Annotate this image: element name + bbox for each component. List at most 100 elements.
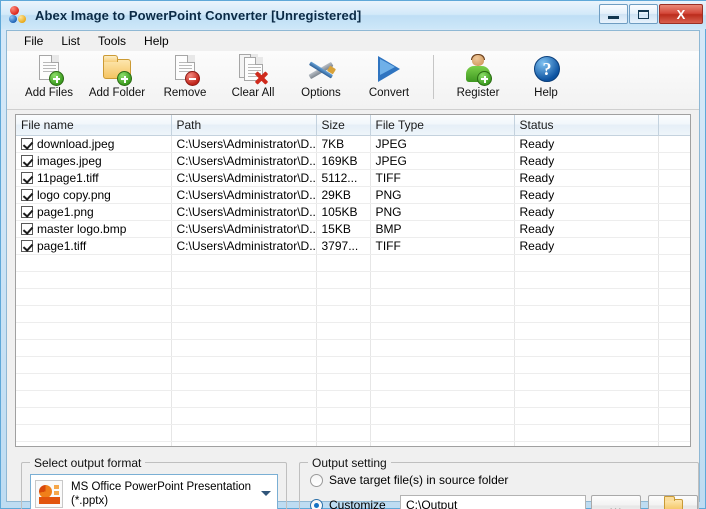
file-name-text: page1.png — [37, 205, 94, 219]
cell-status: Ready — [514, 237, 658, 254]
cell-path: C:\Users\Administrator\D... — [171, 186, 316, 203]
remove-button[interactable]: Remove — [151, 51, 219, 107]
cell-file-name[interactable]: 11page1.tiff — [16, 169, 171, 186]
convert-label: Convert — [369, 87, 409, 99]
menu-item-list[interactable]: List — [52, 32, 89, 50]
column-header-file-type[interactable]: File Type — [370, 115, 514, 135]
column-header-status[interactable]: Status — [514, 115, 658, 135]
table-row[interactable]: page1.png C:\Users\Administrator\D... 10… — [16, 203, 691, 220]
cell-path: C:\Users\Administrator\D... — [171, 135, 316, 152]
app-icon-ball-blue — [9, 15, 17, 23]
column-header-size[interactable]: Size — [316, 115, 370, 135]
cell-status: Ready — [514, 169, 658, 186]
table-empty-row — [16, 407, 691, 424]
chevron-down-icon[interactable] — [255, 475, 277, 509]
add-files-button[interactable]: Add Files — [15, 51, 83, 107]
clear-all-label: Clear All — [232, 87, 275, 99]
cell-file-name[interactable]: page1.tiff — [16, 237, 171, 254]
table-empty-row — [16, 356, 691, 373]
table-row[interactable]: master logo.bmp C:\Users\Administrator\D… — [16, 220, 691, 237]
menu-bar: File List Tools Help — [7, 31, 699, 51]
table-row[interactable]: page1.tiff C:\Users\Administrator\D... 3… — [16, 237, 691, 254]
radio-customize[interactable]: Customize — [310, 498, 386, 509]
file-list-body: download.jpeg C:\Users\Administrator\D..… — [16, 135, 691, 447]
radio-customize-indicator[interactable] — [310, 499, 323, 509]
clear-all-button[interactable]: Clear All — [219, 51, 287, 107]
options-button[interactable]: Options — [287, 51, 355, 107]
table-empty-row — [16, 424, 691, 441]
column-header-path[interactable]: Path — [171, 115, 316, 135]
cell-size: 105KB — [316, 203, 370, 220]
cell-path: C:\Users\Administrator\D... — [171, 169, 316, 186]
row-checkbox[interactable] — [21, 223, 33, 235]
cell-file-name[interactable]: page1.png — [16, 203, 171, 220]
application-window: Abex Image to PowerPoint Converter [Unre… — [0, 0, 706, 509]
cell-type: BMP — [370, 220, 514, 237]
open-folder-button[interactable] — [648, 495, 698, 509]
file-name-text: images.jpeg — [37, 154, 102, 168]
table-empty-row — [16, 373, 691, 390]
table-row[interactable]: images.jpeg C:\Users\Administrator\D... … — [16, 152, 691, 169]
column-header-file-name[interactable]: File name — [16, 115, 171, 135]
convert-button[interactable]: Convert — [355, 51, 423, 107]
document-add-icon — [32, 54, 66, 86]
cell-blank — [658, 237, 691, 254]
file-list[interactable]: File name Path Size File Type Status dow… — [15, 114, 691, 447]
radio-customize-label: Customize — [329, 498, 386, 509]
output-format-dropdown[interactable]: MS Office PowerPoint Presentation (*.ppt… — [30, 474, 278, 509]
documents-clear-icon — [236, 54, 270, 86]
cell-status: Ready — [514, 203, 658, 220]
cell-file-name[interactable]: logo copy.png — [16, 186, 171, 203]
radio-save-in-source-folder[interactable]: Save target file(s) in source folder — [310, 473, 508, 487]
add-folder-button[interactable]: Add Folder — [83, 51, 151, 107]
radio-source-indicator[interactable] — [310, 474, 323, 487]
menu-item-file[interactable]: File — [15, 32, 52, 50]
file-name-text: download.jpeg — [37, 137, 114, 151]
table-row[interactable]: 11page1.tiff C:\Users\Administrator\D...… — [16, 169, 691, 186]
select-output-format-title: Select output format — [30, 456, 145, 470]
menu-item-tools[interactable]: Tools — [89, 32, 135, 50]
folder-add-icon — [100, 54, 134, 86]
app-icon-ball-yellow — [18, 15, 26, 23]
client-area: File List Tools Help Add Files Add Folde… — [6, 30, 700, 502]
row-checkbox[interactable] — [21, 172, 33, 184]
minimize-button[interactable] — [599, 4, 628, 24]
register-button[interactable]: Register — [444, 51, 512, 107]
cell-file-name[interactable]: images.jpeg — [16, 152, 171, 169]
folder-open-icon — [664, 499, 683, 509]
file-list-table: File name Path Size File Type Status dow… — [16, 115, 691, 447]
radio-source-label: Save target file(s) in source folder — [329, 473, 508, 487]
row-checkbox[interactable] — [21, 155, 33, 167]
cell-status: Ready — [514, 220, 658, 237]
question-mark-icon: ? — [529, 54, 563, 86]
maximize-button[interactable] — [629, 4, 658, 24]
row-checkbox[interactable] — [21, 206, 33, 218]
help-button[interactable]: ? Help — [512, 51, 580, 107]
table-empty-row — [16, 288, 691, 305]
row-checkbox[interactable] — [21, 138, 33, 150]
cell-file-name[interactable]: download.jpeg — [16, 135, 171, 152]
cell-status: Ready — [514, 152, 658, 169]
cell-file-name[interactable]: master logo.bmp — [16, 220, 171, 237]
menu-item-help[interactable]: Help — [135, 32, 178, 50]
remove-label: Remove — [164, 87, 207, 99]
cell-path: C:\Users\Administrator\D... — [171, 220, 316, 237]
cell-size: 5112... — [316, 169, 370, 186]
cell-path: C:\Users\Administrator\D... — [171, 152, 316, 169]
close-button[interactable]: X — [659, 4, 703, 24]
row-checkbox[interactable] — [21, 189, 33, 201]
cell-type: JPEG — [370, 152, 514, 169]
column-header-blank[interactable] — [658, 115, 691, 135]
table-row[interactable]: download.jpeg C:\Users\Administrator\D..… — [16, 135, 691, 152]
window-controls: X — [599, 4, 703, 24]
cell-size: 3797... — [316, 237, 370, 254]
cell-size: 169KB — [316, 152, 370, 169]
cell-size: 29KB — [316, 186, 370, 203]
table-row[interactable]: logo copy.png C:\Users\Administrator\D..… — [16, 186, 691, 203]
table-header-row: File name Path Size File Type Status — [16, 115, 691, 135]
browse-dots-button[interactable]: ... — [591, 495, 641, 509]
minimize-icon — [608, 16, 619, 19]
row-checkbox[interactable] — [21, 240, 33, 252]
add-folder-label: Add Folder — [89, 87, 145, 99]
output-path-input[interactable]: C:\Output — [400, 495, 586, 509]
